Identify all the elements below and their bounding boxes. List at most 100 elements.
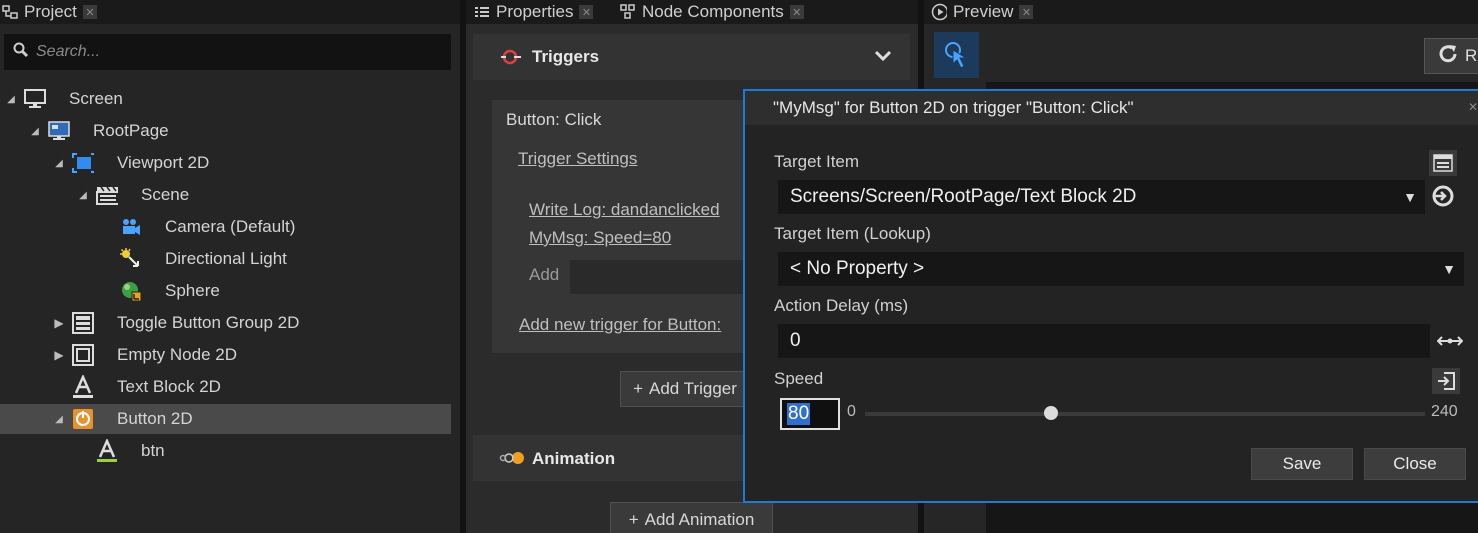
tree-item-viewport-2d[interactable]: ◢ Viewport 2D bbox=[0, 148, 451, 178]
expand-arrow-icon[interactable]: ◢ bbox=[6, 94, 16, 105]
trigger-settings-link[interactable]: Trigger Settings bbox=[518, 149, 637, 169]
action-delay-input[interactable]: 0 bbox=[778, 324, 1430, 358]
trigger-box: Button: Click Trigger Settings Write Log… bbox=[491, 99, 752, 354]
speed-input[interactable]: 80 bbox=[780, 398, 840, 430]
navigate-to-item-icon[interactable] bbox=[1429, 183, 1457, 209]
tree-item-scene[interactable]: ◢ Scene bbox=[0, 180, 451, 210]
tree-item-button-2d[interactable]: ◢ Button 2D bbox=[0, 404, 451, 434]
tab-node-components[interactable]: Node Components ✕ bbox=[620, 0, 804, 24]
dialog-title-text: "MyMsg" for Button 2D on trigger "Button… bbox=[773, 98, 1134, 117]
pointer-hand-icon bbox=[943, 40, 971, 77]
project-panel: Search... ◢ Screen ◢ RootPage ◢ Viewport… bbox=[0, 24, 460, 533]
tab-properties-label: Properties bbox=[496, 2, 574, 21]
triggers-title: Triggers bbox=[532, 47, 600, 66]
animation-title: Animation bbox=[532, 449, 616, 468]
tree-item-label: Toggle Button Group 2D bbox=[117, 313, 300, 332]
tree-item-label: Camera (Default) bbox=[165, 217, 296, 236]
expand-arrow-icon[interactable]: ◢ bbox=[78, 190, 88, 201]
close-button[interactable]: Close bbox=[1364, 448, 1466, 480]
interaction-mode-button[interactable] bbox=[934, 32, 979, 78]
speed-value: 80 bbox=[787, 403, 811, 425]
slider-thumb[interactable] bbox=[1044, 406, 1059, 420]
search-input[interactable]: Search... bbox=[4, 34, 451, 70]
action-link-mymsg[interactable]: MyMsg: Speed=80 bbox=[529, 228, 671, 248]
add-action-dropdown[interactable] bbox=[570, 260, 752, 294]
tab-project[interactable]: Project ✕ bbox=[2, 0, 97, 24]
text-icon bbox=[72, 375, 94, 398]
tree-item-sphere[interactable]: Sphere bbox=[0, 276, 451, 306]
tab-project-label: Project bbox=[24, 2, 77, 21]
slider-max: 240 bbox=[1431, 403, 1458, 420]
drag-adjust-icon[interactable] bbox=[1436, 328, 1464, 354]
close-icon[interactable]: ✕ bbox=[789, 5, 804, 19]
refresh-button[interactable]: R bbox=[1424, 38, 1478, 74]
tree-item-camera[interactable]: Camera (Default) bbox=[0, 212, 451, 242]
project-icon bbox=[2, 4, 18, 20]
expand-arrow-icon[interactable]: ◢ bbox=[54, 414, 64, 425]
add-trigger-button[interactable]: + Add Trigger bbox=[620, 371, 750, 407]
button-icon bbox=[72, 408, 94, 430]
dropdown-arrow-icon: ▼ bbox=[1442, 261, 1456, 277]
refresh-label: R bbox=[1465, 46, 1478, 65]
collapsed-arrow-icon[interactable]: ▶ bbox=[54, 316, 64, 330]
tree-item-directional-light[interactable]: Directional Light bbox=[0, 244, 451, 274]
monitor-icon bbox=[24, 88, 46, 110]
action-link-write-log[interactable]: Write Log: dandanclicked bbox=[529, 200, 720, 220]
tree-item-label: Text Block 2D bbox=[117, 377, 221, 396]
triggers-section-header[interactable]: Triggers bbox=[473, 34, 910, 80]
speed-slider[interactable] bbox=[865, 406, 1425, 420]
add-new-trigger-link[interactable]: Add new trigger for Button: bbox=[519, 315, 721, 335]
target-item-select[interactable]: Screens/Screen/RootPage/Text Block 2D ▼ bbox=[778, 180, 1425, 214]
save-button[interactable]: Save bbox=[1251, 448, 1353, 480]
expand-arrow-icon[interactable]: ◢ bbox=[30, 126, 40, 137]
tree-item-screen[interactable]: ◢ Screen bbox=[0, 84, 451, 114]
tree-item-label: Empty Node 2D bbox=[117, 345, 237, 364]
slider-min: 0 bbox=[847, 403, 856, 420]
plus-icon: + bbox=[633, 379, 644, 398]
add-action-label: Add bbox=[529, 265, 560, 284]
trigger-name: Button: Click bbox=[506, 110, 602, 129]
camera-icon bbox=[120, 216, 142, 238]
tree-item-label: Button 2D bbox=[117, 409, 193, 428]
tree-item-label: Sphere bbox=[165, 281, 220, 300]
close-icon[interactable]: ✕ bbox=[82, 5, 97, 19]
target-item-lookup-select[interactable]: < No Property > ▼ bbox=[778, 252, 1464, 286]
tree-item-label: RootPage bbox=[93, 121, 169, 140]
expand-arrow-icon[interactable]: ◢ bbox=[54, 158, 64, 169]
tree-item-toggle-button-group[interactable]: ▶ Toggle Button Group 2D bbox=[0, 308, 451, 338]
chevron-down-icon[interactable] bbox=[873, 46, 893, 71]
tree-item-label: btn bbox=[141, 441, 165, 460]
tab-preview-label: Preview bbox=[953, 2, 1014, 21]
tree-item-label: Screen bbox=[69, 89, 123, 108]
close-icon[interactable]: ✕ bbox=[579, 5, 594, 19]
tab-node-components-label: Node Components bbox=[642, 2, 784, 21]
collapsed-arrow-icon[interactable]: ▶ bbox=[54, 348, 64, 362]
light-icon bbox=[120, 248, 142, 270]
action-delay-value: 0 bbox=[790, 330, 801, 351]
add-animation-button[interactable]: + Add Animation bbox=[610, 502, 773, 533]
refresh-icon bbox=[1437, 43, 1459, 70]
page-icon bbox=[48, 120, 70, 142]
animation-icon bbox=[499, 449, 525, 472]
tab-preview[interactable]: Preview ✕ bbox=[931, 0, 1034, 24]
speed-label: Speed bbox=[774, 369, 824, 388]
tree-item-text-block[interactable]: Text Block 2D bbox=[0, 372, 451, 402]
target-item-lookup-label: Target Item (Lookup) bbox=[774, 224, 931, 243]
search-icon bbox=[12, 41, 30, 64]
tab-properties[interactable]: Properties ✕ bbox=[474, 0, 594, 24]
tree-item-label: Viewport 2D bbox=[117, 153, 210, 172]
tree-item-rootpage[interactable]: ◢ RootPage bbox=[0, 116, 451, 146]
tree-item-btn[interactable]: btn bbox=[0, 436, 451, 466]
item-picker-icon[interactable] bbox=[1429, 150, 1457, 176]
close-icon[interactable]: ✕ bbox=[1468, 100, 1478, 114]
play-icon bbox=[931, 3, 947, 21]
close-icon[interactable]: ✕ bbox=[1019, 5, 1034, 19]
tree-item-label: Scene bbox=[141, 185, 190, 204]
empty-node-icon bbox=[72, 344, 94, 366]
lookup-value: < No Property > bbox=[790, 258, 925, 279]
tree-item-empty-node[interactable]: ▶ Empty Node 2D bbox=[0, 340, 451, 370]
clapper-icon bbox=[96, 184, 118, 206]
toggle-group-icon bbox=[72, 312, 94, 334]
search-placeholder: Search... bbox=[36, 43, 101, 60]
bind-property-icon[interactable] bbox=[1432, 368, 1460, 394]
